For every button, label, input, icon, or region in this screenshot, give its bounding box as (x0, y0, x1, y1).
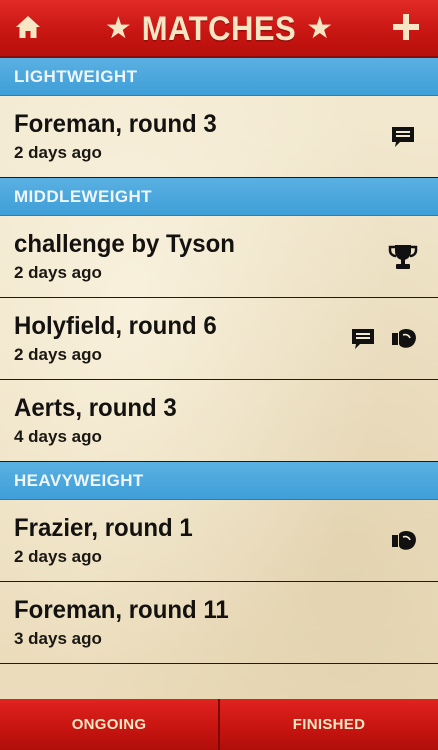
trophy-icon (388, 242, 418, 272)
match-row[interactable]: Frazier, round 1 2 days ago (0, 500, 438, 582)
star-left-icon: ★ (104, 12, 132, 45)
tab-finished[interactable]: FINISHED (220, 699, 438, 750)
match-row[interactable]: challenge by Tyson 2 days ago (0, 216, 438, 298)
section-header-lightweight: LIGHTWEIGHT (0, 58, 438, 96)
match-time: 2 days ago (14, 263, 102, 282)
app-screen: ★ MATCHES ★ LIGHTWEIGHT Foreman, round 3… (0, 0, 438, 750)
bottom-tab-bar: ONGOING FINISHED (0, 699, 438, 750)
match-name: Holyfield, round 6 (14, 312, 217, 341)
match-row[interactable]: Aerts, round 3 4 days ago (0, 380, 438, 462)
home-button[interactable] (8, 9, 48, 49)
match-status-icons (388, 500, 418, 582)
section-header-heavyweight: HEAVYWEIGHT (0, 462, 438, 500)
chat-icon (388, 122, 418, 152)
page-title: MATCHES (141, 8, 297, 49)
match-row[interactable]: Foreman, round 11 3 days ago (0, 582, 438, 664)
chat-icon (348, 324, 378, 354)
match-row[interactable]: Foreman, round 3 2 days ago (0, 96, 438, 178)
title-group: ★ MATCHES ★ (60, 0, 378, 58)
matches-list: LIGHTWEIGHT Foreman, round 3 2 days ago … (0, 58, 438, 664)
top-navigation-bar: ★ MATCHES ★ (0, 0, 438, 58)
match-time: 4 days ago (14, 427, 102, 446)
plus-icon (393, 13, 419, 45)
match-time: 2 days ago (14, 345, 102, 364)
add-match-button[interactable] (386, 9, 426, 49)
star-right-icon: ★ (306, 12, 334, 45)
boxing-glove-icon (388, 526, 418, 556)
match-time: 3 days ago (14, 629, 102, 648)
match-time: 2 days ago (14, 143, 102, 162)
tab-ongoing[interactable]: ONGOING (0, 699, 220, 750)
match-status-icons (388, 216, 418, 298)
match-status-icons (348, 298, 418, 380)
match-name: Foreman, round 3 (14, 110, 217, 139)
match-name: Foreman, round 11 (14, 596, 229, 625)
boxing-glove-icon (388, 324, 418, 354)
home-icon (15, 15, 41, 44)
match-name: Aerts, round 3 (14, 394, 177, 423)
match-time: 2 days ago (14, 547, 102, 566)
match-row[interactable]: Holyfield, round 6 2 days ago (0, 298, 438, 380)
match-status-icons (388, 96, 418, 178)
section-header-middleweight: MIDDLEWEIGHT (0, 178, 438, 216)
match-name: challenge by Tyson (14, 230, 235, 259)
match-name: Frazier, round 1 (14, 514, 193, 543)
